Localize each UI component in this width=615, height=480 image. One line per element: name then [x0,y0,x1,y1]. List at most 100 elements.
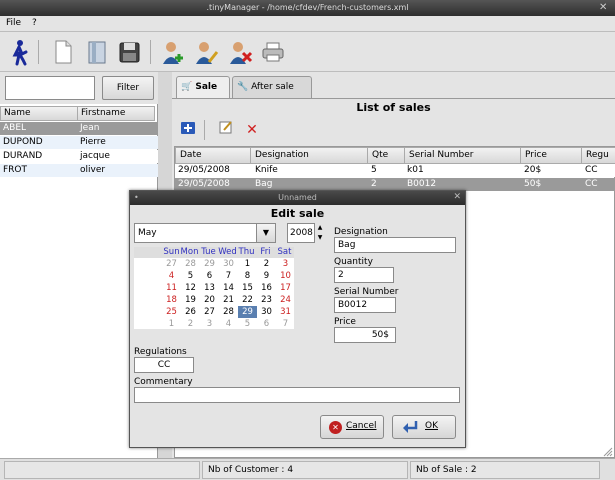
column-header-price[interactable]: Price [520,147,582,164]
calendar-day[interactable]: 29 [200,258,219,270]
calendar-day[interactable]: 6 [257,318,276,330]
calendar-day[interactable]: 8 [238,270,257,282]
calendar-day[interactable]: 30 [219,258,238,270]
calendar-day[interactable]: 27 [200,306,219,318]
calendar-day[interactable]: 22 [238,294,257,306]
day-name: Sun [163,247,180,257]
price-label: Price [334,317,356,327]
enter-arrow-icon [401,419,419,438]
serial-number-field[interactable]: B0012 [334,297,396,313]
calendar-day[interactable]: 30 [257,306,276,318]
calendar-day[interactable]: 9 [257,270,276,282]
column-header-qte[interactable]: Qte [367,147,405,164]
tab-sale[interactable]: 🛒 Sale [176,76,230,98]
year-spinbox[interactable]: 2008 [287,223,315,243]
tab-after-sale[interactable]: 🔧 After sale [232,76,312,98]
calendar-day[interactable]: 13 [200,282,219,294]
ok-button[interactable]: OK [392,415,456,439]
save-icon[interactable] [116,38,142,66]
calendar-day[interactable]: 4 [162,270,181,282]
price-field[interactable]: 50$ [334,327,396,343]
add-customer-icon[interactable] [161,38,187,66]
calendar-day[interactable]: 7 [276,318,295,330]
calendar-day[interactable]: 3 [200,318,219,330]
calendar-day[interactable]: 17 [276,282,295,294]
calendar-day[interactable]: 27 [162,258,181,270]
calendar-day[interactable]: 3 [276,258,295,270]
chevron-down-icon[interactable]: ▼ [256,223,276,243]
calendar-day[interactable]: 11 [162,282,181,294]
filter-button[interactable]: Filter [102,76,154,100]
calendar-day[interactable]: 1 [238,258,257,270]
calendar-day[interactable]: 5 [238,318,257,330]
customer-row[interactable]: FROT oliver [0,164,158,177]
calendar-day[interactable]: 28 [219,306,238,318]
month-select[interactable]: May [134,223,276,243]
edit-sale-icon[interactable] [216,120,236,140]
customer-row[interactable]: DURAND jacque [0,150,158,163]
delete-sale-icon[interactable]: ✕ [242,120,262,140]
calendar-day[interactable]: 19 [181,294,200,306]
column-header-designation[interactable]: Designation [250,147,368,164]
new-file-icon[interactable] [50,38,76,66]
calendar-day[interactable]: 10 [276,270,295,282]
add-sale-icon[interactable] [178,120,198,140]
tab-after-sale-label: After sale [251,82,294,92]
dialog-close-icon[interactable]: ✕ [453,192,461,202]
column-header-date[interactable]: Date [175,147,251,164]
commentary-label: Commentary [134,377,193,387]
year-spin-arrows[interactable]: ▲ ▼ [316,223,324,243]
customer-row[interactable]: ABEL Jean [0,122,158,135]
dialog-menu-icon[interactable]: • [134,193,139,202]
calendar-day[interactable]: 20 [200,294,219,306]
calendar-day[interactable]: 1 [162,318,181,330]
menu-help[interactable]: ? [32,18,37,28]
calendar-day[interactable]: 7 [219,270,238,282]
calendar-day[interactable]: 2 [181,318,200,330]
open-icon[interactable] [84,38,110,66]
customer-name: ABEL [3,123,27,133]
calendar-day[interactable]: 4 [219,318,238,330]
calendar-day[interactable]: 15 [238,282,257,294]
calendar-day[interactable]: 6 [200,270,219,282]
sales-toolbar: ✕ [172,116,615,144]
regulations-field[interactable]: CC [134,357,194,373]
calendar-day[interactable]: 2 [257,258,276,270]
customer-row[interactable]: DUPOND Pierre [0,136,158,149]
cancel-button[interactable]: ✕ Cancel [320,415,384,439]
menu-file[interactable]: File [6,18,21,28]
printer-icon[interactable] [260,38,286,66]
calendar-day[interactable]: 28 [181,258,200,270]
calendar-day[interactable]: 23 [257,294,276,306]
walker-icon[interactable] [6,38,32,66]
sale-row[interactable]: 29/05/2008 Knife 5 k01 20$ CC [175,164,615,177]
resize-grip[interactable] [602,438,614,458]
window-close-icon[interactable]: ✕ [599,2,611,14]
day-name: Wed [218,247,237,257]
edit-customer-icon[interactable] [194,38,220,66]
filter-input[interactable] [5,76,95,100]
ok-label: OK [425,421,438,431]
calendar-day[interactable]: 5 [181,270,200,282]
column-header-firstname[interactable]: Firstname [77,106,155,121]
commentary-field[interactable] [134,387,460,403]
column-header-name[interactable]: Name [0,106,78,121]
calendar-day[interactable]: 18 [162,294,181,306]
calendar-day[interactable]: 25 [162,306,181,318]
designation-field[interactable]: Bag [334,237,456,253]
calendar-day[interactable]: 24 [276,294,295,306]
calendar-day[interactable]: 12 [181,282,200,294]
status-customers: Nb of Customer : 4 [202,461,408,479]
calendar-day[interactable]: 31 [276,306,295,318]
calendar-day[interactable]: 21 [219,294,238,306]
column-header-serial[interactable]: Serial Number [404,147,521,164]
delete-customer-icon[interactable] [228,38,254,66]
calendar-day[interactable]: 16 [257,282,276,294]
calendar-day[interactable]: 26 [181,306,200,318]
calendar-day[interactable]: 14 [219,282,238,294]
dialog-heading: Edit sale [270,207,325,220]
calendar-day[interactable]: 29 [238,306,257,318]
day-name: Fri [260,247,271,257]
column-header-regu[interactable]: Regu [581,147,615,164]
quantity-field[interactable]: 2 [334,267,394,283]
